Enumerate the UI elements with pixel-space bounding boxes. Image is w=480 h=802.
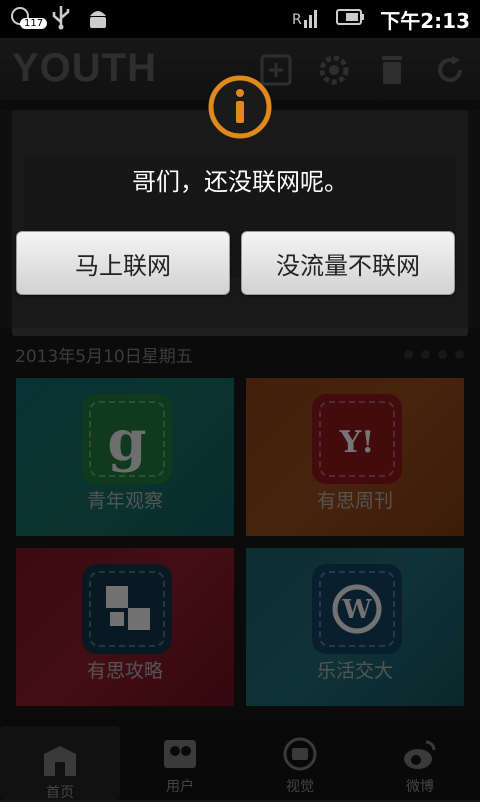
android-debug-icon	[86, 4, 110, 34]
status-bar: 117 R 下午2:13	[0, 0, 480, 38]
usb-icon	[50, 4, 72, 34]
no-network-dialog: 哥们，还没联网呢。 马上联网 没流量不联网	[0, 75, 480, 328]
info-icon	[207, 74, 273, 140]
dialog-message: 哥们，还没联网呢。	[132, 168, 348, 196]
signal-icon: R	[292, 4, 322, 34]
clock: 下午2:13	[380, 8, 470, 33]
notification-icon: 117	[10, 6, 48, 32]
battery-icon	[336, 8, 366, 30]
no-connect-button[interactable]: 没流量不联网	[241, 231, 455, 295]
svg-text:R: R	[292, 12, 302, 28]
connect-now-button[interactable]: 马上联网	[16, 231, 230, 295]
notification-count: 117	[20, 18, 48, 29]
